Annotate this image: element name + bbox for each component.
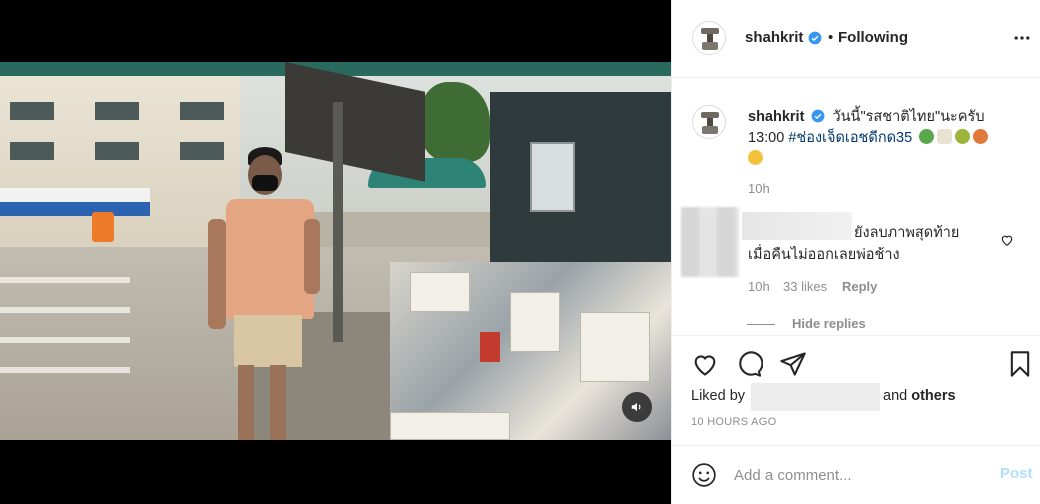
- crosswalk-stripe: [0, 277, 130, 283]
- building-window: [95, 102, 139, 120]
- comment-line2: เมื่อคืนไม่ออกเลยพ่อช้าง: [748, 247, 900, 263]
- speaker-icon: [631, 402, 641, 412]
- building-window: [180, 102, 224, 120]
- person-leg: [270, 365, 286, 440]
- author-avatar[interactable]: [692, 21, 726, 55]
- post-sidebar: shahkrit • Following shahkrit วันนี้"รสช…: [671, 0, 1040, 504]
- reply-button[interactable]: Reply: [842, 279, 877, 294]
- crosswalk-stripe: [0, 367, 130, 373]
- person-shirt: [226, 199, 314, 319]
- caption-time: 13:00: [748, 130, 785, 146]
- person-arm: [304, 219, 320, 294]
- building-window: [10, 102, 54, 120]
- building-window: [180, 142, 224, 160]
- shop-mascot: [92, 212, 114, 242]
- liked-and: and: [883, 388, 908, 404]
- stall-item: [480, 332, 500, 362]
- noodles-emoji-icon: [937, 129, 953, 144]
- emoji-smile-icon[interactable]: [691, 462, 717, 488]
- video-cooler: [530, 142, 575, 212]
- caption-hashtag[interactable]: #ช่องเจ็ดเอชดีกด35: [788, 130, 912, 146]
- caption-username[interactable]: shahkrit: [748, 109, 804, 125]
- mute-button[interactable]: [622, 392, 652, 422]
- caption-age[interactable]: 10h: [748, 181, 770, 196]
- salad-emoji-icon: [919, 129, 935, 144]
- shop-sign-blue: [0, 202, 150, 216]
- stall-item: [580, 312, 650, 382]
- verified-badge-icon: [812, 109, 825, 123]
- post-caption: shahkrit วันนี้"รสชาติไทย"นะครับ 13:00 #…: [748, 107, 1018, 170]
- comment-likes[interactable]: 33 likes: [783, 279, 827, 294]
- comments-list: shahkrit วันนี้"รสชาติไทย"นะครับ 13:00 #…: [672, 79, 1040, 335]
- header-separator: •: [828, 29, 834, 46]
- comment-input[interactable]: [734, 463, 984, 487]
- comment-age[interactable]: 10h: [748, 279, 770, 294]
- stall-item: [410, 272, 470, 312]
- liked-by-username[interactable]: [751, 383, 880, 411]
- crosswalk-stripe: [0, 307, 130, 313]
- building-window: [95, 142, 139, 160]
- person-leg: [238, 365, 254, 440]
- pointing-hand-emoji-icon: [748, 150, 763, 165]
- stall-item: [390, 412, 510, 440]
- stall-item: [510, 292, 560, 352]
- author-username[interactable]: shahkrit: [745, 29, 803, 46]
- crosswalk-stripe: [0, 337, 130, 343]
- post-media[interactable]: [0, 0, 671, 504]
- person-mask: [252, 175, 278, 191]
- add-comment-bar: Post: [672, 445, 1040, 504]
- person-arm: [208, 219, 226, 329]
- post-header: shahkrit • Following: [672, 0, 1040, 78]
- comment-text: ยังลบภาพสุดท้าย เมื่อคืนไม่ออกเลยพ่อช้าง: [748, 222, 1008, 266]
- post-comment-button[interactable]: Post: [1000, 465, 1033, 482]
- comment-icon[interactable]: [735, 350, 763, 378]
- person-shorts: [234, 315, 302, 367]
- bookmark-icon[interactable]: [1006, 350, 1034, 378]
- heart-icon[interactable]: [691, 350, 719, 378]
- video-frame[interactable]: [0, 62, 671, 440]
- post-actions: Liked by and others 10 HOURS AGO: [672, 335, 1040, 445]
- dish-emoji-icon: [973, 129, 989, 144]
- commenter-avatar[interactable]: [681, 207, 739, 277]
- comment-like-icon[interactable]: [1000, 233, 1014, 247]
- verified-badge-icon: [808, 31, 822, 45]
- pie-emoji-icon: [955, 129, 971, 144]
- video-building: [0, 62, 240, 252]
- liked-by-label: Liked by: [691, 388, 746, 404]
- more-options-icon[interactable]: [1012, 28, 1032, 48]
- comment-line1: ยังลบภาพสุดท้าย: [854, 225, 960, 241]
- liked-others-link[interactable]: others: [911, 388, 955, 404]
- hide-replies-button[interactable]: Hide replies: [792, 316, 866, 331]
- follow-status-button[interactable]: Following: [838, 29, 908, 46]
- liked-by-others[interactable]: and others: [883, 388, 956, 404]
- shop-sign: [0, 188, 150, 202]
- post-timestamp[interactable]: 10 HOURS AGO: [691, 416, 777, 428]
- video-pole: [333, 102, 343, 342]
- avatar-image: [701, 28, 719, 50]
- avatar-image: [701, 112, 719, 134]
- share-icon[interactable]: [779, 350, 807, 378]
- hide-replies-line: [747, 324, 775, 325]
- video-tree: [420, 82, 490, 162]
- caption-author-avatar[interactable]: [692, 105, 726, 139]
- building-window: [10, 142, 54, 160]
- caption-line1: วันนี้"รสชาติไทย"นะครับ: [832, 109, 985, 125]
